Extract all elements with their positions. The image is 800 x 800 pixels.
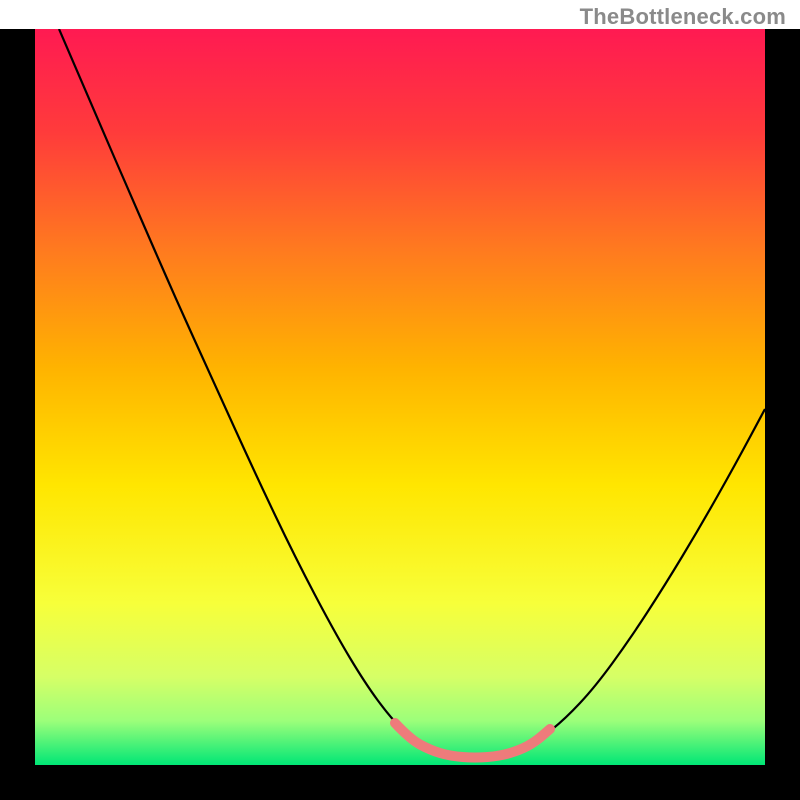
- watermark-text: TheBottleneck.com: [580, 4, 786, 30]
- chart-frame: [0, 29, 800, 800]
- chart-plot-area: [35, 29, 765, 765]
- chart-background: [35, 29, 765, 765]
- chart-svg: [35, 29, 765, 765]
